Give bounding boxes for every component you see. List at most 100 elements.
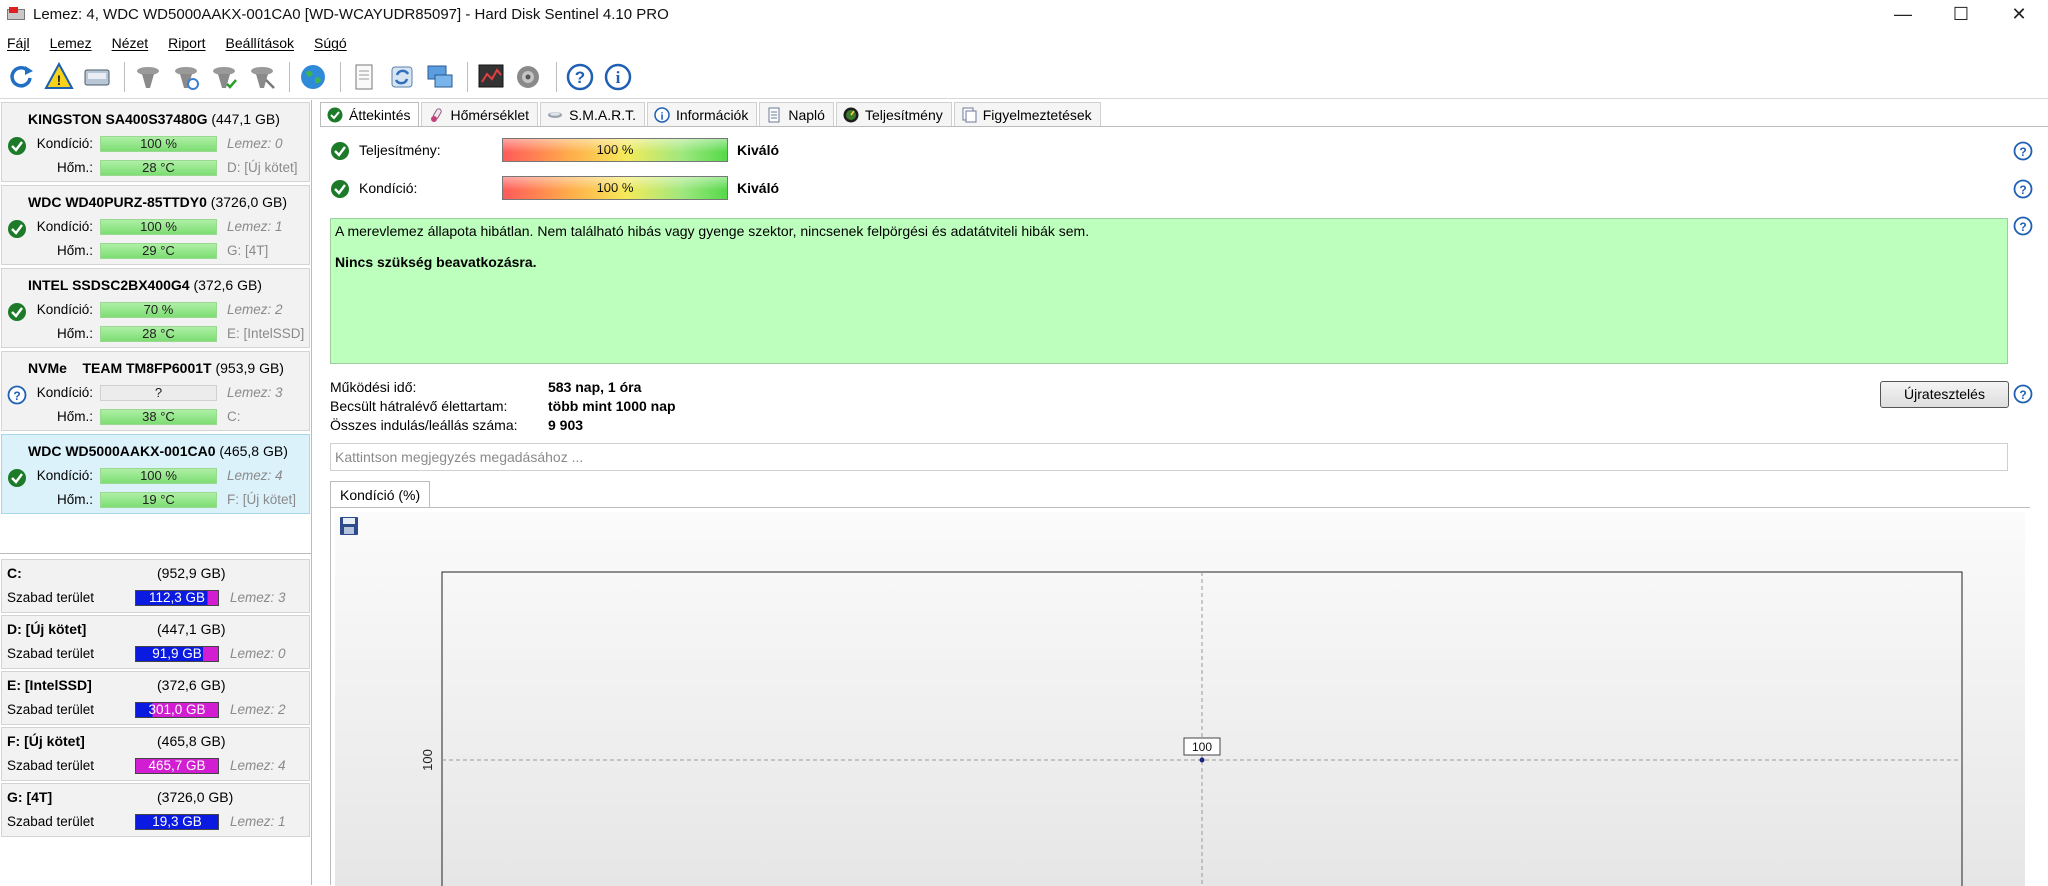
menu-bar: Fájl Lemez Nézet Riport Beállítások Súgó xyxy=(0,32,360,54)
tab-condition-chart[interactable]: Kondíció (%) xyxy=(330,481,431,508)
disk-name: WDC WD5000AAKX-001CA0 xyxy=(28,443,216,459)
help-icon[interactable]: ? xyxy=(2013,384,2033,404)
tab-smart[interactable]: S.M.A.R.T. xyxy=(540,102,645,126)
condition-label: Kondíció: xyxy=(359,180,418,196)
performance-rating: Kiváló xyxy=(737,142,780,158)
menu-disk[interactable]: Lemez xyxy=(50,35,92,51)
svg-text:?: ? xyxy=(2019,145,2026,159)
data-label: 100 xyxy=(1192,740,1212,754)
remaining-lifetime-value: több mint 1000 nap xyxy=(548,398,676,414)
condition-bar: 100 % xyxy=(100,468,217,484)
drive-refresh-icon[interactable] xyxy=(169,60,203,94)
volume-entry[interactable]: E: [IntelSSD] (372,6 GB) Szabad terület … xyxy=(1,671,310,725)
minimize-button[interactable]: — xyxy=(1874,0,1932,29)
sync-icon[interactable] xyxy=(385,60,419,94)
drive-off-icon[interactable] xyxy=(245,60,279,94)
disk-entry-selected[interactable]: WDC WD5000AAKX-001CA0 (465,8 GB) Kondíci… xyxy=(1,434,310,514)
menu-view[interactable]: Nézet xyxy=(112,35,149,51)
menu-file[interactable]: Fájl xyxy=(7,35,30,51)
action-message: Nincs szükség beavatkozásra. xyxy=(335,254,537,270)
start-stop-count-value: 9 903 xyxy=(548,417,584,433)
menu-settings[interactable]: Beállítások xyxy=(226,35,294,51)
condition-row: Kondíció: 100 % Kiváló xyxy=(330,176,2030,202)
globe-icon[interactable] xyxy=(296,60,330,94)
svg-text:i: i xyxy=(660,110,663,122)
tab-performance[interactable]: Teljesítmény xyxy=(835,102,952,126)
chart-icon[interactable] xyxy=(474,60,508,94)
disk-name: INTEL SSDSC2BX400G4 xyxy=(28,277,190,293)
volume-size: (952,9 GB) xyxy=(157,565,226,581)
volume-entry[interactable]: G: [4T] (3726,0 GB) Szabad terület 19,3 … xyxy=(1,783,310,837)
disk-entry[interactable]: WDC WD40PURZ-85TTDY0 (3726,0 GB) Kondíci… xyxy=(1,185,310,265)
toolbar: ! ? i xyxy=(0,58,2048,96)
thermometer-icon xyxy=(431,107,443,122)
volume-size: (465,8 GB) xyxy=(157,733,226,749)
volume-size: (447,1 GB) xyxy=(157,621,226,637)
y-tick-label: 100 xyxy=(420,749,435,771)
condition-bar: ? xyxy=(100,385,217,401)
menu-report[interactable]: Riport xyxy=(168,35,205,51)
volume-entry[interactable]: F: [Új kötet] (465,8 GB) Szabad terület … xyxy=(1,727,310,781)
network-icon[interactable] xyxy=(423,60,457,94)
window-title: Lemez: 4, WDC WD5000AAKX-001CA0 [WD-WCAY… xyxy=(33,6,669,23)
free-space-bar: 91,9 GB xyxy=(135,646,219,662)
help-icon[interactable]: ? xyxy=(2013,141,2033,161)
svg-text:?: ? xyxy=(2019,220,2026,234)
drive-gray-icon[interactable] xyxy=(131,60,165,94)
sound-icon[interactable] xyxy=(512,60,546,94)
window-controls: — ☐ ✕ xyxy=(1874,0,2048,29)
disk-entry[interactable]: KINGSTON SA400S37480G (447,1 GB) Kondíci… xyxy=(1,102,310,182)
status-message: A merevlemez állapota hibátlan. Nem talá… xyxy=(335,223,1090,239)
volume-name: E: [IntelSSD] xyxy=(7,677,92,693)
volume-size: (372,6 GB) xyxy=(157,677,226,693)
tab-temperature[interactable]: Hőmérséklet xyxy=(421,102,539,126)
maximize-button[interactable]: ☐ xyxy=(1932,0,1990,29)
condition-chart-panel: 100 100 xyxy=(330,507,2030,886)
volume-name: G: [4T] xyxy=(7,789,53,805)
svg-text:?: ? xyxy=(2019,183,2026,197)
volume-entry[interactable]: C: (952,9 GB) Szabad terület 112,3 GB Le… xyxy=(1,559,310,613)
log-icon xyxy=(768,107,780,122)
close-button[interactable]: ✕ xyxy=(1990,0,2048,29)
performance-bar: 100 % xyxy=(502,138,728,162)
status-message-box: A merevlemez állapota hibátlan. Nem talá… xyxy=(330,218,2008,364)
volume-size: (3726,0 GB) xyxy=(157,789,234,805)
help-icon[interactable]: ? xyxy=(2013,179,2033,199)
volume-entry[interactable]: D: [Új kötet] (447,1 GB) Szabad terület … xyxy=(1,615,310,669)
help-icon[interactable]: ? xyxy=(2013,216,2033,236)
alerts-icon xyxy=(962,107,977,122)
speedometer-icon xyxy=(843,107,859,122)
svg-text:i: i xyxy=(616,68,621,87)
disk-size: (953,9 GB) xyxy=(215,360,284,376)
condition-bar: 100 % xyxy=(100,219,217,235)
disk-entry[interactable]: NVMe TEAM TM8FP6001T (953,9 GB) ? Kondíc… xyxy=(1,351,310,431)
free-space-bar: 465,7 GB xyxy=(135,758,219,774)
info-icon[interactable]: i xyxy=(601,60,635,94)
smart-disk-icon xyxy=(548,111,563,118)
tab-overview[interactable]: Áttekintés xyxy=(320,102,420,126)
note-input[interactable]: Kattintson megjegyzés megadásához ... xyxy=(330,443,2008,471)
disk-size: (465,8 GB) xyxy=(219,443,288,459)
menu-help[interactable]: Súgó xyxy=(314,35,347,51)
disk-icon[interactable] xyxy=(80,60,114,94)
volume-name: C: xyxy=(7,565,22,581)
retest-button[interactable]: Újratesztelés xyxy=(1880,381,2009,408)
tab-information[interactable]: i Információk xyxy=(646,102,758,126)
alert-icon[interactable]: ! xyxy=(42,60,76,94)
condition-rating: Kiváló xyxy=(737,180,780,196)
uptime-value: 583 nap, 1 óra xyxy=(548,379,642,395)
temperature-bar: 19 °C xyxy=(100,492,217,508)
temperature-bar: 38 °C xyxy=(100,409,217,425)
refresh-icon[interactable] xyxy=(4,60,38,94)
disk-list-panel: KINGSTON SA400S37480G (447,1 GB) Kondíci… xyxy=(0,100,312,885)
help-icon[interactable]: ? xyxy=(563,60,597,94)
report-icon[interactable] xyxy=(347,60,381,94)
disk-size: (372,6 GB) xyxy=(193,277,262,293)
tab-alerts[interactable]: Figyelmeztetések xyxy=(953,102,1101,126)
tab-log[interactable]: Napló xyxy=(759,102,834,126)
data-point xyxy=(1199,757,1205,763)
condition-chart: 100 100 xyxy=(420,571,1963,886)
drive-check-icon[interactable] xyxy=(207,60,241,94)
disk-entry[interactable]: INTEL SSDSC2BX400G4 (372,6 GB) Kondíció:… xyxy=(1,268,310,348)
free-space-bar: 112,3 GB xyxy=(135,590,219,606)
